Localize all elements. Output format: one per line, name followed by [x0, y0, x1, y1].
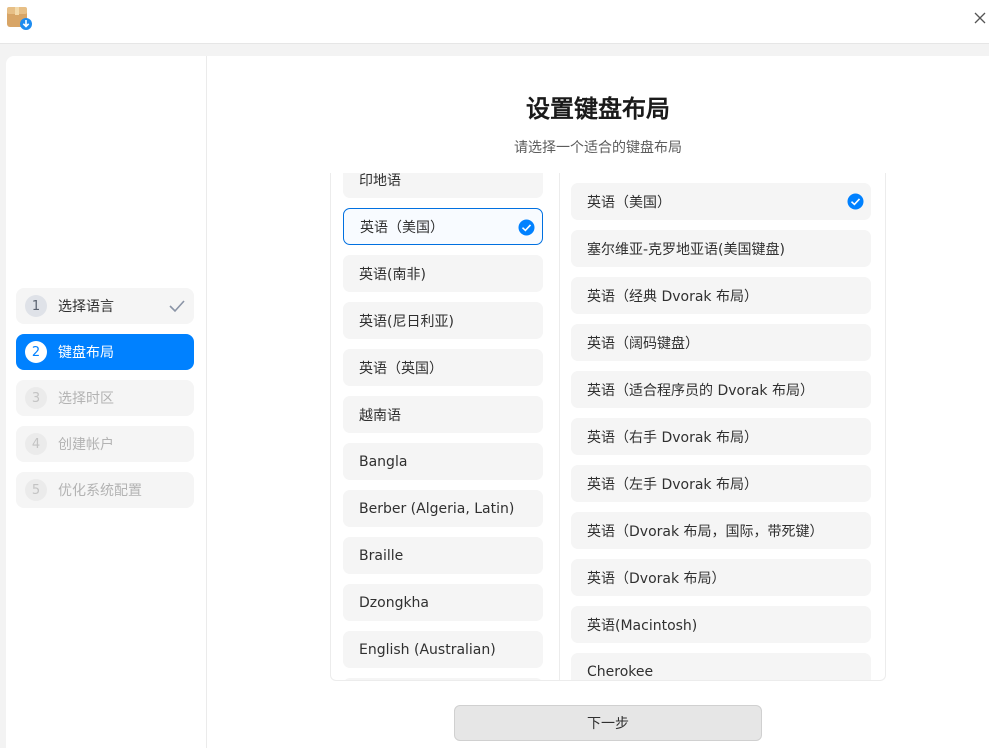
step-label: 选择时区: [58, 391, 114, 407]
step-label: 选择语言: [58, 299, 114, 315]
list-item-selected[interactable]: 英语（美国）: [571, 183, 871, 220]
list-item[interactable]: 英语(尼日利亚): [343, 302, 543, 339]
list-item[interactable]: [343, 678, 543, 680]
step-number: 3: [25, 387, 47, 409]
list-item[interactable]: Bangla: [343, 443, 543, 480]
close-icon: [974, 12, 986, 24]
step-timezone: 3 选择时区: [16, 380, 194, 416]
list-item[interactable]: 英语（经典 Dvorak 布局）: [571, 277, 871, 314]
list-item[interactable]: Braille: [343, 537, 543, 574]
selected-check-icon: [847, 193, 864, 210]
list-item[interactable]: 英语（Dvorak 布局）: [571, 559, 871, 596]
list-item-selected[interactable]: 英语（美国）: [343, 208, 543, 245]
list-item[interactable]: 英语(Macintosh): [571, 606, 871, 643]
page-title: 设置键盘布局: [526, 95, 670, 123]
list-item[interactable]: 英语（左手 Dvorak 布局）: [571, 465, 871, 502]
list-item[interactable]: 英语（阔码键盘）: [571, 324, 871, 361]
list-item[interactable]: 英语（适合程序员的 Dvorak 布局）: [571, 371, 871, 408]
list-item[interactable]: 英语（Dvorak 布局，国际，带死键）: [571, 512, 871, 549]
next-button[interactable]: 下一步: [454, 705, 762, 741]
package-install-icon: [6, 5, 32, 31]
list-item[interactable]: 印地语: [343, 173, 543, 198]
list-item[interactable]: 塞尔维亚-克罗地亚语(美国键盘): [571, 230, 871, 267]
language-list[interactable]: 印地语 英语（美国） 英语(南非) 英语(尼日利亚) 英语（英国） 越南语 Ba…: [343, 173, 543, 680]
title-bar: [0, 0, 989, 44]
close-button[interactable]: [971, 8, 989, 28]
step-number: 4: [25, 433, 47, 455]
step-select-language[interactable]: 1 选择语言: [16, 288, 194, 324]
step-label: 优化系统配置: [58, 483, 142, 499]
step-number: 2: [25, 341, 47, 363]
layout-chooser-panel: 印地语 英语（美国） 英语(南非) 英语(尼日利亚) 英语（英国） 越南语 Ba…: [330, 173, 886, 681]
list-item[interactable]: 英语(南非): [343, 255, 543, 292]
step-create-account: 4 创建帐户: [16, 426, 194, 462]
step-number: 1: [25, 295, 47, 317]
main-content: 设置键盘布局 请选择一个适合的键盘布局 印地语 英语（美国） 英语(南非) 英语…: [207, 56, 989, 748]
list-item[interactable]: 越南语: [343, 396, 543, 433]
list-item[interactable]: 英语（右手 Dvorak 布局）: [571, 418, 871, 455]
step-label: 键盘布局: [58, 345, 114, 361]
list-item[interactable]: 英语（英国）: [343, 349, 543, 386]
step-keyboard-layout[interactable]: 2 键盘布局: [16, 334, 194, 370]
step-list: 1 选择语言 2 键盘布局 3 选择时区 4 创建帐户 5 优化系统配置: [16, 288, 194, 518]
list-item[interactable]: Dzongkha: [343, 584, 543, 621]
list-item-label: 英语（美国）: [587, 194, 671, 211]
sidebar: 1 选择语言 2 键盘布局 3 选择时区 4 创建帐户 5 优化系统配置: [6, 56, 206, 748]
panel-divider: [559, 173, 560, 680]
checkmark-icon: [169, 300, 185, 313]
step-number: 5: [25, 479, 47, 501]
selected-check-icon: [518, 219, 535, 236]
list-item-label: 英语（美国）: [360, 219, 444, 236]
list-item[interactable]: English (Australian): [343, 631, 543, 668]
list-item[interactable]: Cherokee: [571, 653, 871, 680]
page-subtitle: 请选择一个适合的键盘布局: [514, 140, 682, 156]
step-label: 创建帐户: [58, 437, 114, 453]
step-optimize-system: 5 优化系统配置: [16, 472, 194, 508]
list-item[interactable]: Berber (Algeria, Latin): [343, 490, 543, 527]
variant-list[interactable]: 英语（美国） 塞尔维亚-克罗地亚语(美国键盘) 英语（经典 Dvorak 布局）…: [571, 183, 871, 680]
